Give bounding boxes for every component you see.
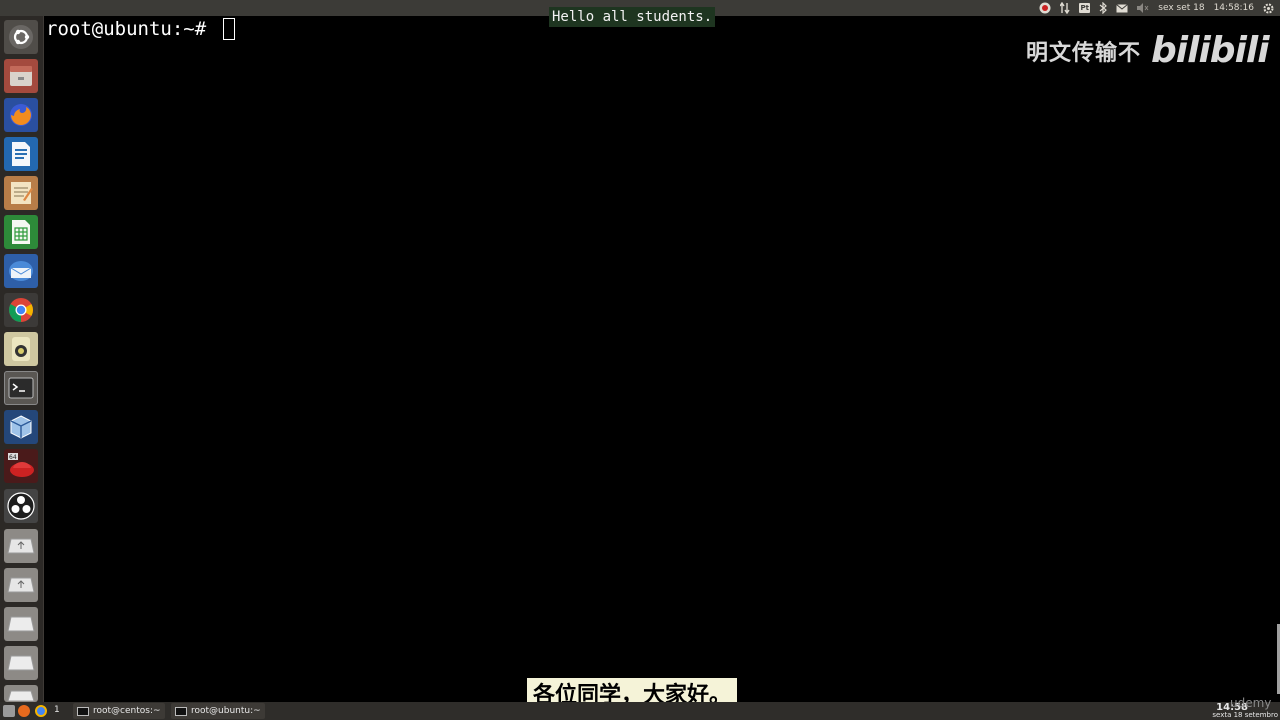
- settings-gear-icon[interactable]: [1263, 2, 1274, 14]
- writer-icon[interactable]: [4, 137, 38, 171]
- drive-icon-3[interactable]: [4, 685, 38, 702]
- chrome-icon[interactable]: [4, 293, 38, 327]
- english-caption: Hello all students.: [549, 7, 716, 27]
- rec-icon[interactable]: [1039, 2, 1051, 14]
- taskbar-clock-date: sexta 18 setembro: [1212, 711, 1278, 719]
- taskbar-chrome-icon[interactable]: [35, 705, 47, 717]
- bilibili-logo: bilibili: [1151, 30, 1270, 71]
- network-arrows-icon[interactable]: [1060, 2, 1070, 14]
- terminal-icon[interactable]: [4, 371, 38, 405]
- obs-icon[interactable]: [4, 489, 38, 523]
- taskbar-window-label: root@centos:~: [93, 706, 161, 716]
- taskbar-window-centos[interactable]: root@centos:~: [73, 703, 165, 719]
- launcher: 64: [0, 16, 44, 702]
- terminal-prompt: root@ubuntu:~#: [46, 18, 207, 40]
- show-desktop-icon[interactable]: [3, 705, 15, 717]
- drive-icon[interactable]: [4, 607, 38, 641]
- terminal-window[interactable]: root@ubuntu:~#: [44, 16, 1280, 702]
- redhat-64-icon[interactable]: 64: [4, 449, 38, 483]
- firefox-icon[interactable]: [4, 98, 38, 132]
- bottom-taskbar: 1 root@centos:~ root@ubuntu:~ 14:58 sext…: [0, 702, 1280, 720]
- text-editor-icon[interactable]: [4, 176, 38, 210]
- thunderbird-icon[interactable]: [4, 254, 38, 288]
- terminal-mini-icon: [175, 706, 187, 716]
- volume-icon[interactable]: [1137, 2, 1149, 14]
- calc-icon[interactable]: [4, 215, 38, 249]
- taskbar-firefox-icon[interactable]: [18, 705, 30, 717]
- usb-drive-icon[interactable]: [4, 529, 38, 563]
- terminal-cursor: [223, 18, 235, 40]
- udemy-watermark: udemy: [1230, 696, 1272, 710]
- keyboard-icon[interactable]: Pt: [1079, 2, 1091, 14]
- ubuntu-dash-icon[interactable]: [4, 20, 38, 54]
- bluetooth-icon[interactable]: [1099, 2, 1108, 14]
- taskbar-window-ubuntu[interactable]: root@ubuntu:~: [171, 703, 265, 719]
- taskbar-window-label: root@ubuntu:~: [191, 706, 261, 716]
- usb-drive-icon-2[interactable]: [4, 568, 38, 602]
- rhythmbox-icon[interactable]: [4, 332, 38, 366]
- panel-indicators: Pt sex set 18 14:58:16: [1039, 0, 1274, 16]
- workspace-switcher[interactable]: 1: [54, 705, 60, 715]
- virtualbox-icon[interactable]: [4, 410, 38, 444]
- panel-date[interactable]: sex set 18: [1158, 3, 1204, 13]
- drive-icon-2[interactable]: [4, 646, 38, 680]
- svg-text:64: 64: [9, 454, 17, 461]
- panel-time[interactable]: 14:58:16: [1214, 3, 1254, 13]
- mail-icon[interactable]: [1116, 2, 1129, 14]
- files-icon[interactable]: [4, 59, 38, 93]
- watermark-text: 明文传输不: [1026, 40, 1142, 66]
- terminal-mini-icon: [77, 706, 89, 716]
- bilibili-watermark: 明文传输不 bilibili: [1026, 30, 1270, 71]
